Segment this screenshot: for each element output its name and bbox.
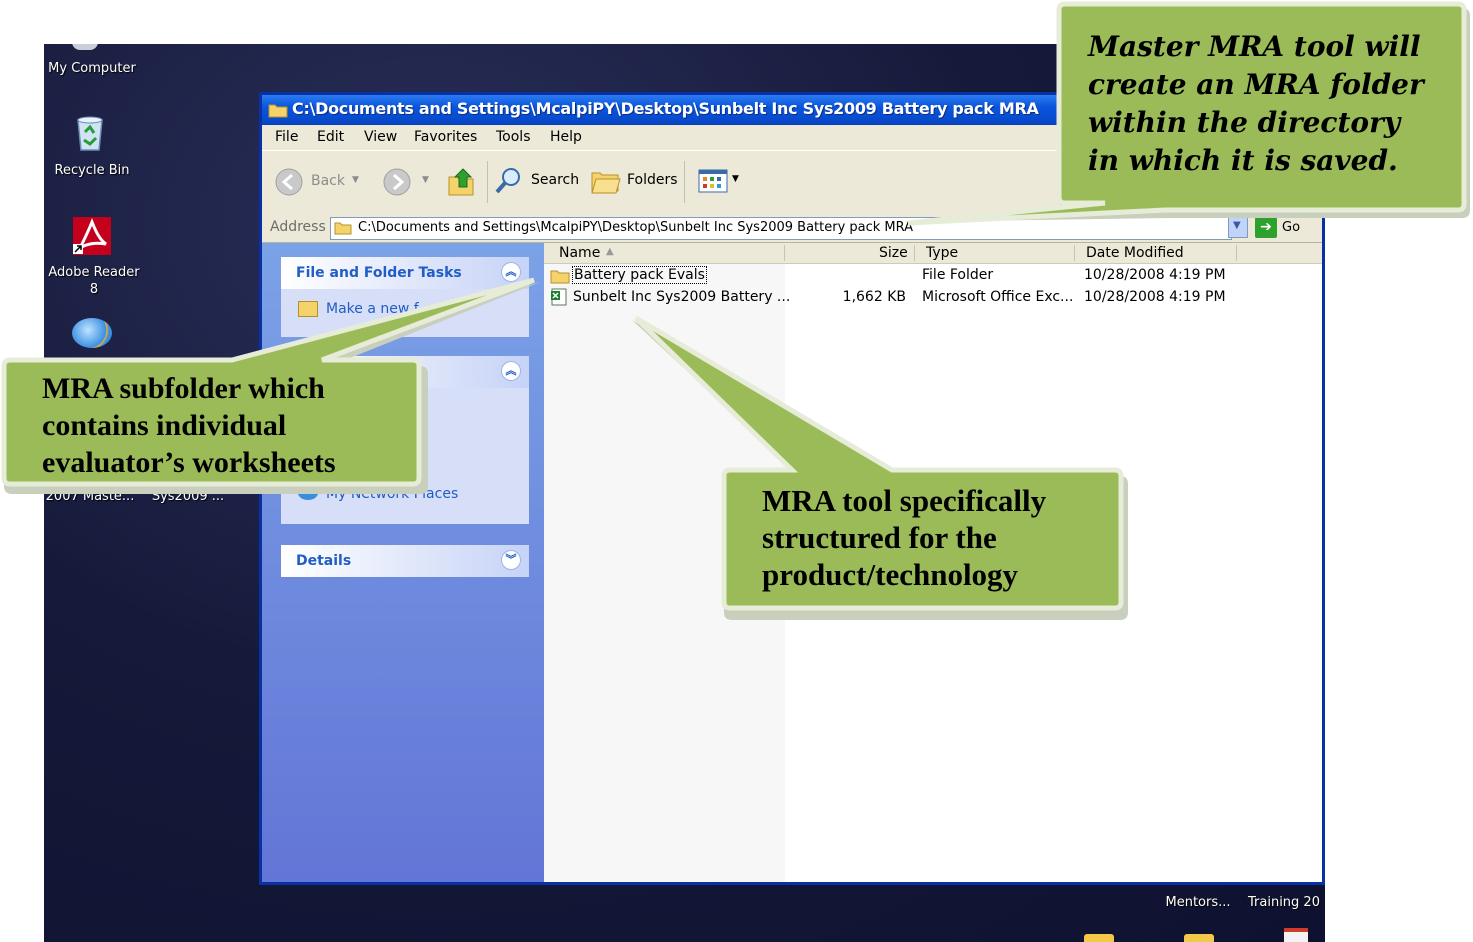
callout-center-text: MRA tool specifically structured for the…	[762, 483, 1047, 592]
callout-left-text: MRA subfolder which contains individual …	[42, 372, 336, 479]
callout-top-text: Master MRA tool will create an MRA folde…	[1088, 30, 1424, 177]
